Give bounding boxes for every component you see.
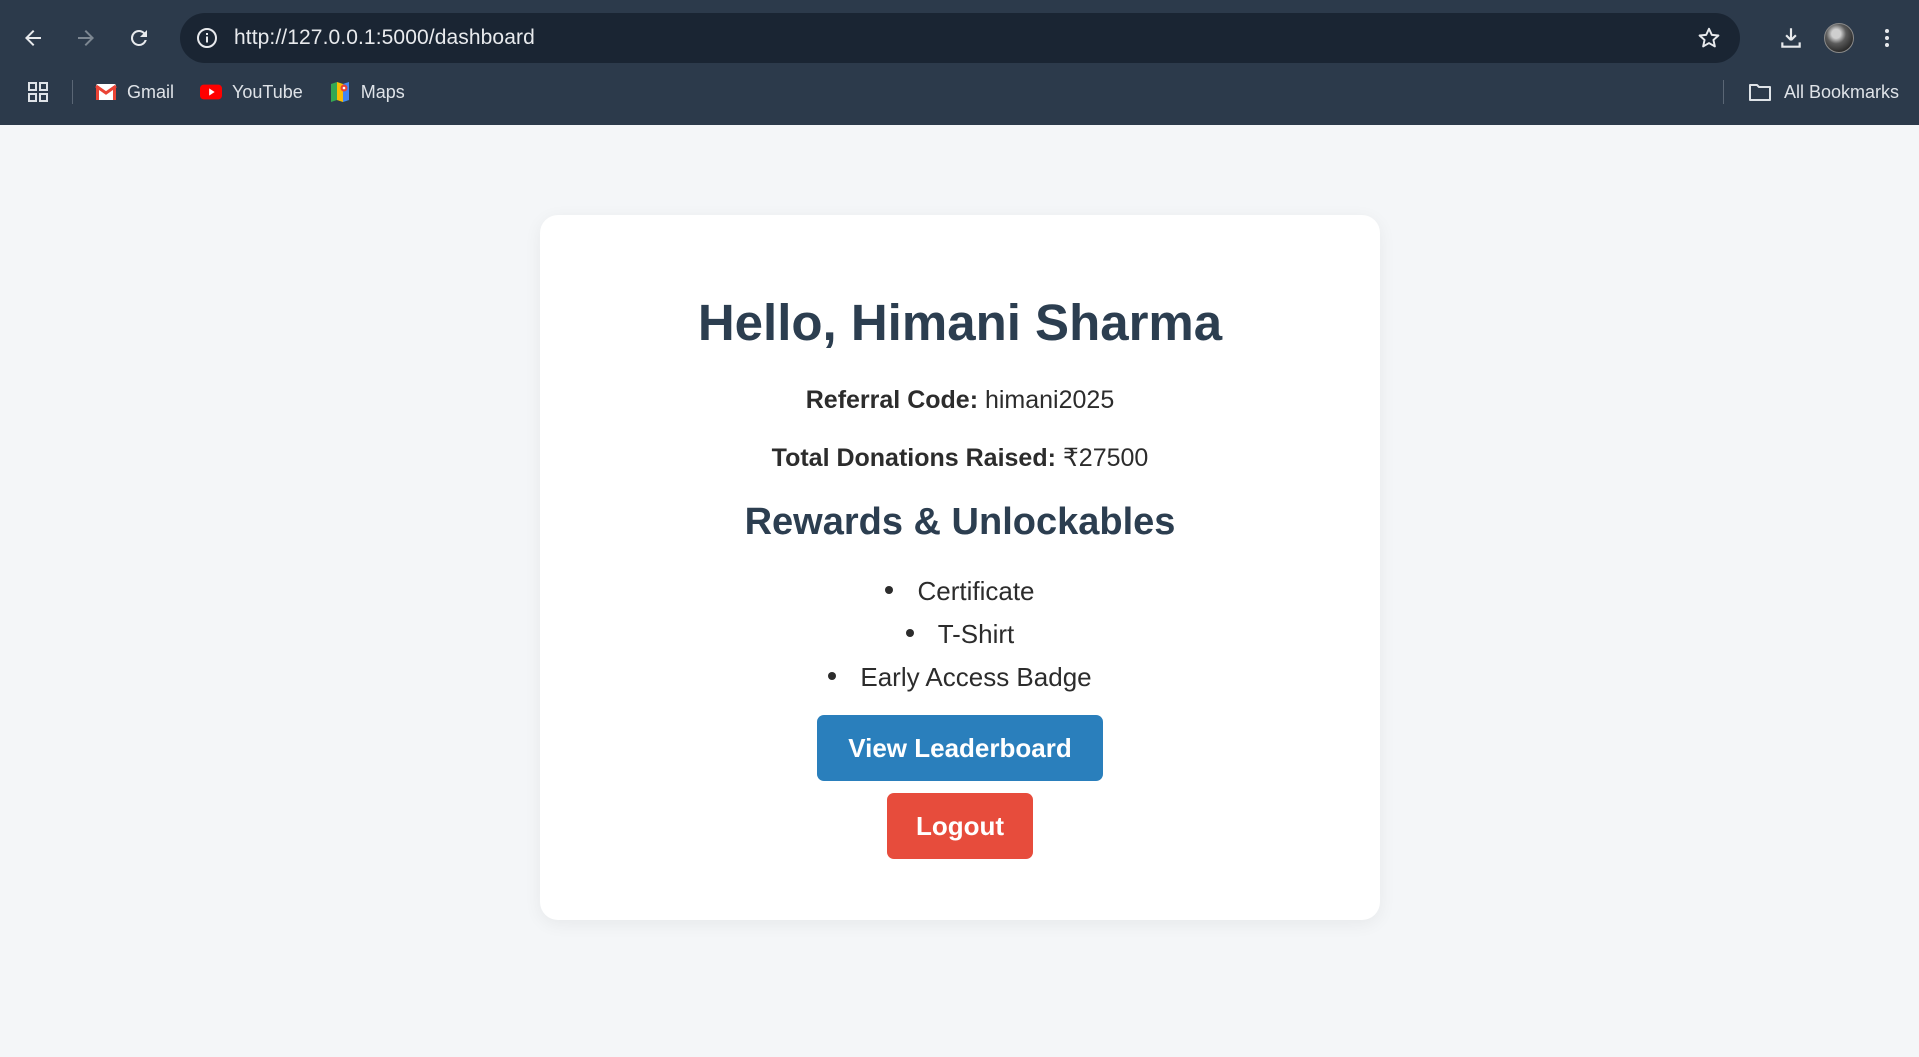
- browser-chrome: http://127.0.0.1:5000/dashboard Gmail Yo…: [0, 0, 1919, 125]
- bookmark-label: YouTube: [232, 81, 303, 102]
- donations-value: ₹27500: [1062, 444, 1149, 472]
- dashboard-card: Hello, Himani Sharma Referral Code: hima…: [540, 215, 1380, 920]
- all-bookmarks-button[interactable]: All Bookmarks: [1722, 72, 1899, 112]
- reward-label: Certificate: [917, 576, 1035, 606]
- bookmark-maps[interactable]: Maps: [329, 81, 405, 103]
- page-title: Hello, Himani Sharma: [697, 294, 1223, 351]
- list-item: T-Shirt: [540, 613, 1380, 656]
- tab-strip: [0, 0, 1919, 10]
- bullet-icon: [905, 629, 914, 638]
- download-icon[interactable]: [1767, 14, 1815, 62]
- profile-avatar[interactable]: [1815, 14, 1863, 62]
- folder-icon: [1748, 84, 1771, 101]
- rewards-list: Certificate T-Shirt Early Access Badge: [540, 570, 1380, 699]
- bookmark-label: Maps: [360, 81, 405, 102]
- bookmark-gmail[interactable]: Gmail: [95, 81, 174, 103]
- toolbar-actions: [1767, 10, 1919, 66]
- list-item: Certificate: [540, 570, 1380, 613]
- avatar: [1824, 23, 1854, 53]
- arrow-right-icon: [78, 30, 94, 46]
- reward-label: Early Access Badge: [860, 662, 1092, 692]
- bookmarks-divider: [72, 80, 73, 104]
- maps-icon: [329, 81, 351, 103]
- reward-label: T-Shirt: [937, 619, 1015, 649]
- menu-dots-icon[interactable]: [1863, 14, 1911, 62]
- browser-toolbar: http://127.0.0.1:5000/dashboard: [0, 10, 1919, 66]
- forward-button[interactable]: [66, 18, 106, 58]
- bookmark-star-icon[interactable]: [1696, 25, 1722, 51]
- gmail-icon: [95, 81, 117, 103]
- referral-code-value: himani2025: [984, 386, 1115, 414]
- referral-code-line: Referral Code: himani2025: [540, 386, 1380, 415]
- reload-icon: [130, 29, 147, 46]
- bookmarks-bar: Gmail YouTube Maps All Bookmarks: [0, 72, 1919, 112]
- bookmark-youtube[interactable]: YouTube: [200, 81, 303, 103]
- bullet-icon: [828, 672, 837, 681]
- bookmarks-divider: [1722, 80, 1724, 104]
- donations-line: Total Donations Raised: ₹27500: [540, 443, 1380, 473]
- list-item: Early Access Badge: [540, 656, 1380, 699]
- address-bar[interactable]: http://127.0.0.1:5000/dashboard: [180, 13, 1740, 63]
- page-viewport: Hello, Himani Sharma Referral Code: hima…: [0, 125, 1919, 1057]
- donations-label: Total Donations Raised:: [771, 444, 1056, 472]
- back-button[interactable]: [13, 18, 53, 58]
- view-leaderboard-button[interactable]: View Leaderboard: [817, 715, 1103, 781]
- bullet-icon: [885, 586, 894, 595]
- rewards-heading: Rewards & Unlockables: [744, 501, 1176, 543]
- url-text[interactable]: http://127.0.0.1:5000/dashboard: [234, 26, 535, 50]
- site-info-icon[interactable]: [194, 25, 220, 51]
- all-bookmarks-label: All Bookmarks: [1783, 81, 1899, 102]
- referral-code-label: Referral Code:: [805, 386, 979, 414]
- reload-button[interactable]: [119, 18, 159, 58]
- apps-grid-icon[interactable]: [26, 80, 50, 104]
- youtube-icon: [200, 81, 223, 103]
- bookmark-label: Gmail: [127, 81, 175, 102]
- logout-button[interactable]: Logout: [887, 793, 1033, 859]
- arrow-left-icon: [25, 30, 41, 46]
